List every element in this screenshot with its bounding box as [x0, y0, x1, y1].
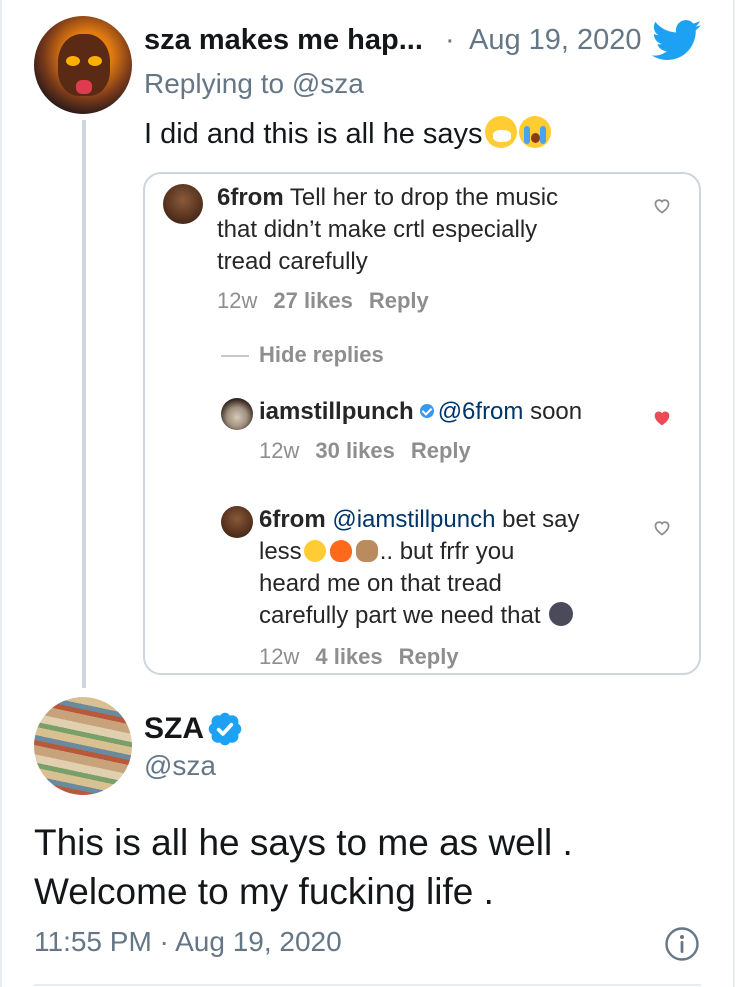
comment3-line2: less .. but frfr you — [259, 538, 514, 566]
comment3-line4-text: carefully part we need that — [259, 602, 541, 629]
heart-filled-icon — [654, 411, 670, 426]
replying-to-line: Replying to @sza — [144, 68, 364, 100]
verified-badge-icon — [208, 712, 242, 746]
comment3-text-start: bet say — [495, 506, 580, 533]
comment-avatar-6from — [163, 184, 203, 224]
comment2-line1: iamstillpunch @6from soon — [259, 398, 582, 426]
attached-image[interactable]: 6from Tell her to drop the music that di… — [143, 172, 701, 675]
comment1-username: 6from — [217, 184, 284, 211]
comment1-line1: 6from Tell her to drop the music — [217, 184, 558, 212]
comment3-likes: 4 likes — [315, 644, 383, 669]
new-moon-face-emoji-icon — [549, 602, 574, 626]
comment1-likes: 27 likes — [273, 288, 353, 313]
card-border-left — [0, 0, 2, 987]
comment2-time: 12w — [259, 438, 300, 463]
comment1-text-start: Tell her to drop the music — [283, 184, 559, 211]
comment2-meta: 12w 30 likes Reply — [259, 438, 471, 464]
comment1-line3: tread carefully — [217, 248, 368, 275]
fire-emoji-icon — [329, 540, 352, 562]
sneezing-face-emoji-icon — [484, 116, 517, 148]
comment1-line2: that didn’t make crtl especially — [217, 216, 538, 243]
hide-replies-link: Hide replies — [259, 342, 384, 367]
comment3-line2-end: .. but frfr you — [379, 538, 515, 565]
info-icon[interactable] — [664, 926, 700, 962]
loudly-crying-face-emoji-icon — [518, 116, 551, 148]
thread-line — [82, 120, 86, 688]
comment2-reply: Reply — [410, 438, 471, 463]
comment1-time: 12w — [217, 288, 258, 313]
comment-avatar-iamstillpunch — [221, 398, 253, 430]
main-author-handle[interactable]: @sza — [144, 750, 216, 782]
main-author-name[interactable]: SZA — [144, 712, 204, 746]
comment1-reply: Reply — [368, 288, 429, 313]
main-tweet-line1: This is all he says to me as well . — [34, 822, 573, 863]
comment2-username: iamstillpunch — [259, 398, 414, 425]
heart-outline-icon — [654, 521, 670, 536]
heart-outline-icon — [654, 199, 670, 214]
hide-replies-divider — [221, 355, 249, 357]
comment3-line2-start: less — [259, 538, 302, 565]
comment3-line3: heard me on that tread — [259, 570, 502, 597]
comment3-time: 12w — [259, 644, 300, 669]
sza-avatar[interactable] — [34, 697, 132, 795]
comment3-meta: 12w 4 likes Reply — [259, 644, 459, 670]
comment3-username: 6from — [259, 506, 326, 533]
comment3-mention: @iamstillpunch — [332, 506, 496, 533]
exploding-head-emoji-icon — [303, 540, 326, 562]
comment3-reply: Reply — [398, 644, 459, 669]
reply-tweet-text: I did and this is all he says — [144, 116, 551, 151]
reply-author-name[interactable]: sza makes me hap... — [144, 24, 423, 57]
comment2-text: soon — [523, 398, 583, 425]
separator-dot: · — [445, 24, 455, 56]
main-tweet-line2: Welcome to my fucking life . — [34, 871, 494, 912]
clapping-hands-emoji-icon — [355, 540, 378, 562]
main-tweet-timestamp[interactable]: 11:55 PM · Aug 19, 2020 — [34, 926, 342, 958]
comment3-line4: carefully part we need that — [259, 602, 575, 630]
verified-badge-icon — [419, 404, 434, 418]
comment1-meta: 12w 27 likes Reply — [217, 288, 429, 314]
main-tweet-text: This is all he says to me as well . Welc… — [34, 818, 714, 916]
comment-avatar-6from-reply — [221, 506, 253, 538]
reply-text-body: I did and this is all he says — [144, 118, 483, 150]
comment2-mention: @6from — [437, 398, 524, 425]
bottom-divider — [34, 984, 701, 986]
replying-handle-link[interactable]: @sza — [292, 68, 364, 99]
reply-author-avatar[interactable] — [34, 16, 132, 114]
reply-tweet-date[interactable]: Aug 19, 2020 — [469, 24, 642, 57]
replying-prefix: Replying to — [144, 68, 285, 99]
comment3-line1: 6from @iamstillpunch bet say — [259, 506, 580, 534]
comment2-likes: 30 likes — [315, 438, 395, 463]
twitter-bird-icon[interactable] — [652, 20, 702, 62]
